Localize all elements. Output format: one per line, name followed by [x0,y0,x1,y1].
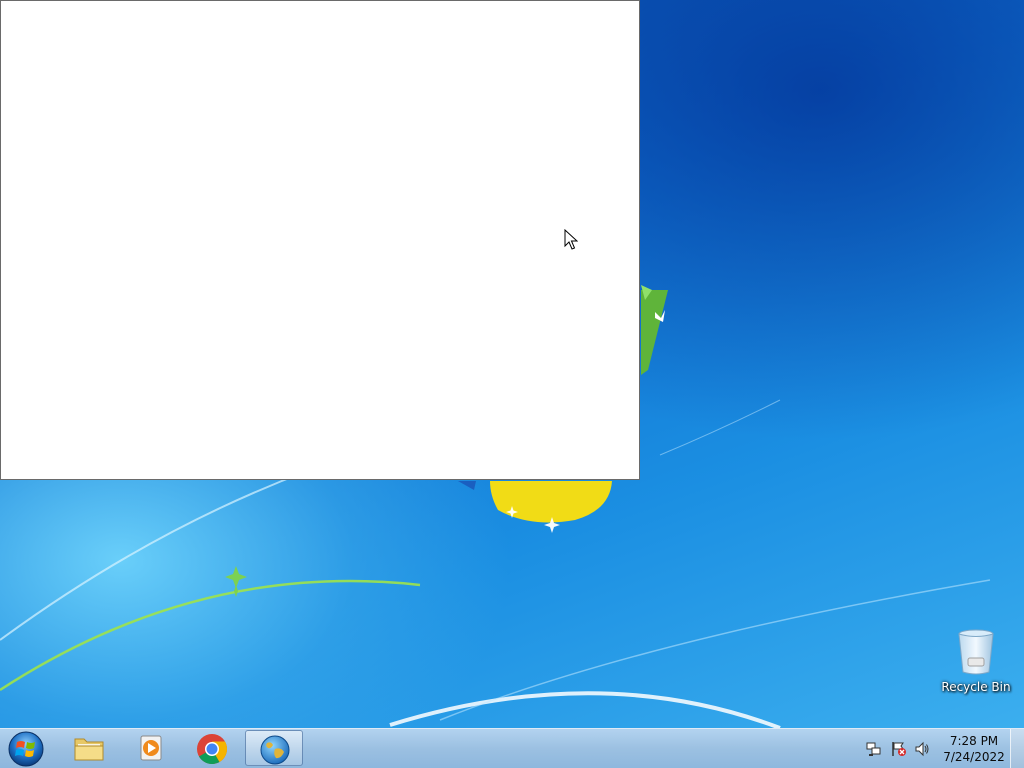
taskbar-clock[interactable]: 7:28 PM 7/24/2022 [938,733,1010,765]
desktop-icon-recycle-bin[interactable]: Recycle Bin [938,628,1014,694]
volume-icon[interactable] [914,741,930,757]
chrome-icon [197,734,228,765]
show-desktop-button[interactable] [1010,729,1024,768]
taskbar: 7:28 PM 7/24/2022 [0,728,1024,768]
mouse-cursor-icon [564,229,578,250]
network-icon[interactable] [866,741,882,757]
taskbar-media-player-button[interactable] [122,730,180,766]
clock-time: 7:28 PM [949,734,999,748]
media-player-icon [140,735,162,761]
desktop-icon-label: Recycle Bin [941,680,1011,694]
recycle-bin-icon [958,629,994,675]
taskbar-windows-explorer-button[interactable] [60,730,118,766]
folder-icon [74,738,104,761]
taskbar-browser-button[interactable] [245,730,303,766]
blank-window[interactable] [0,0,640,480]
start-button[interactable] [4,729,50,768]
desktop: Recycle Bin 7:28 PM 7/24/2022 [0,0,1024,768]
globe-icon [260,735,290,765]
windows-logo-icon [8,731,44,767]
action-center-flag-icon[interactable] [891,741,907,757]
taskbar-chrome-button[interactable] [183,730,241,766]
clock-date: 7/24/2022 [943,750,1005,764]
